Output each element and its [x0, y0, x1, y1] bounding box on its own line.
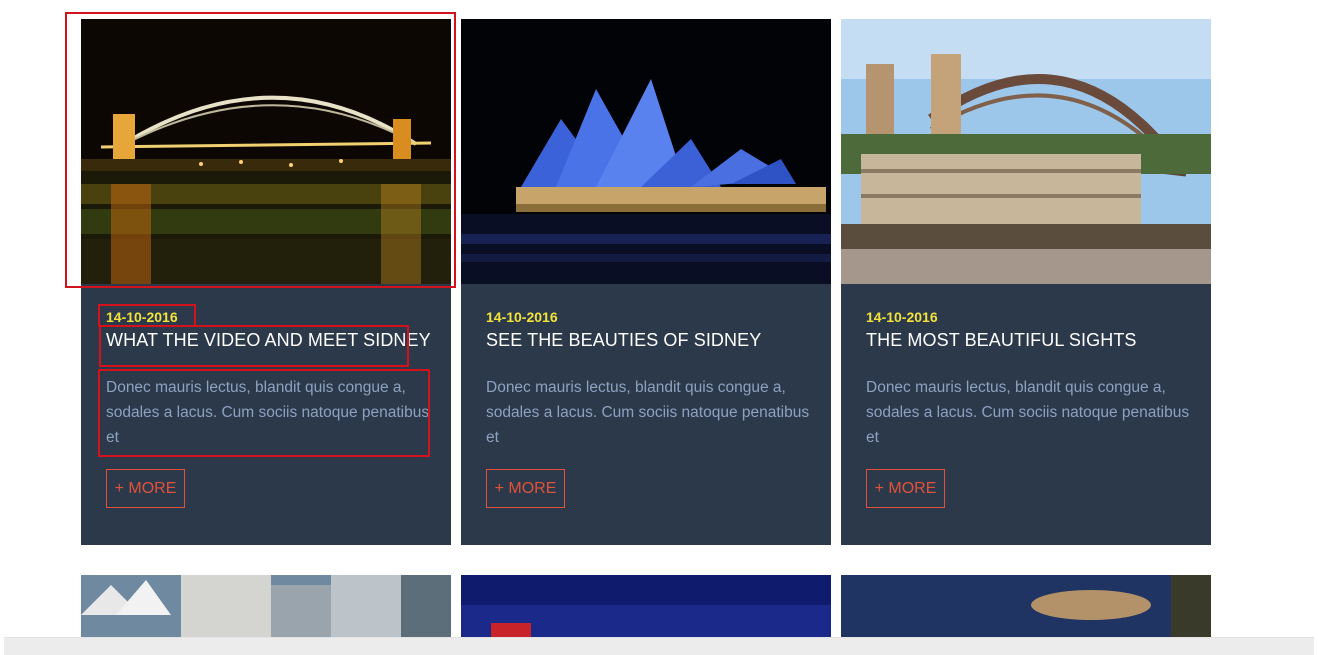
post-description: Donec mauris lectus, blandit quis congue…: [486, 379, 810, 446]
post-image[interactable]: [461, 19, 831, 284]
post-date: 14-10-2016: [106, 309, 178, 325]
horizontal-scrollbar[interactable]: [4, 637, 1314, 655]
post-title[interactable]: SEE THE BEAUTIES OF SIDNEY: [486, 330, 761, 351]
more-button[interactable]: + MORE: [106, 469, 185, 508]
post-description: Donec mauris lectus, blandit quis congue…: [106, 379, 430, 446]
night-sky-image: [461, 575, 831, 645]
post-image[interactable]: [841, 19, 1211, 284]
dusk-sky-image: [841, 575, 1211, 645]
post-title[interactable]: WHAT THE VIDEO AND MEET SIDNEY: [106, 330, 431, 351]
post-card: 14-10-2016 SEE THE BEAUTIES OF SIDNEY Do…: [461, 19, 831, 545]
harbour-bridge-day-image: [841, 19, 1211, 284]
more-button[interactable]: + MORE: [486, 469, 565, 508]
opera-house-night-image: [461, 19, 831, 284]
post-title[interactable]: THE MOST BEAUTIFUL SIGHTS: [866, 330, 1137, 351]
city-opera-image: [81, 575, 451, 645]
post-card: 14-10-2016 THE MOST BEAUTIFUL SIGHTS Don…: [841, 19, 1211, 545]
post-card: 14-10-2016 WHAT THE VIDEO AND MEET SIDNE…: [81, 19, 451, 545]
post-image[interactable]: [81, 575, 451, 645]
post-description: Donec mauris lectus, blandit quis congue…: [866, 379, 1190, 446]
post-image[interactable]: [461, 575, 831, 645]
post-date: 14-10-2016: [866, 309, 938, 325]
post-date: 14-10-2016: [486, 309, 558, 325]
more-button[interactable]: + MORE: [866, 469, 945, 508]
post-image[interactable]: [841, 575, 1211, 645]
post-image[interactable]: [81, 19, 451, 284]
harbour-bridge-night-image: [81, 19, 451, 284]
